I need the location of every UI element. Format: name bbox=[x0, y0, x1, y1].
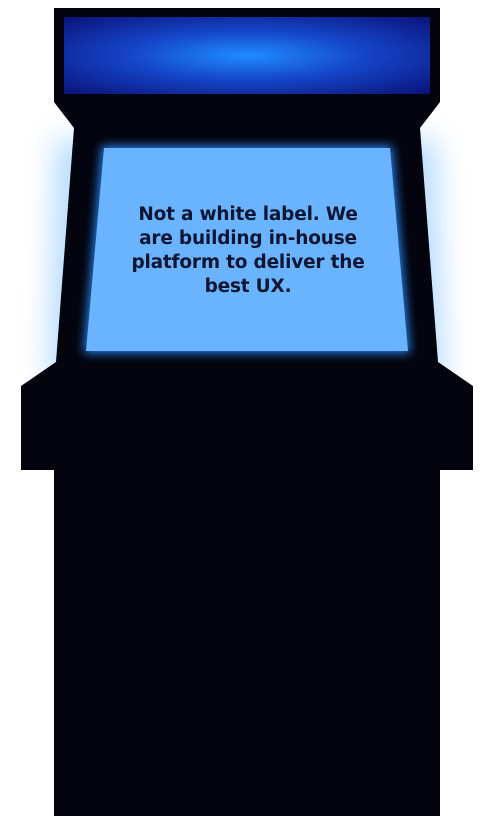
arcade-cabinet-graphic bbox=[21, 8, 473, 816]
marquee-panel bbox=[64, 17, 430, 94]
arcade-cabinet-illustration: Not a white label. We are building in-ho… bbox=[0, 0, 494, 816]
cabinet-body bbox=[21, 8, 473, 816]
screen-message: Not a white label. We are building in-ho… bbox=[131, 204, 365, 297]
